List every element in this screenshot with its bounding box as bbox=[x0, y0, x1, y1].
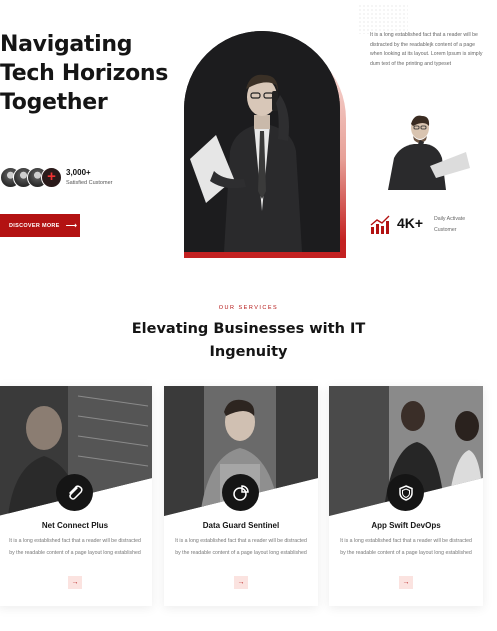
arrow-right-icon[interactable]: → bbox=[399, 576, 413, 589]
service-card-text: It is a long established fact that a rea… bbox=[175, 538, 307, 556]
service-card-text: It is a long established fact that a rea… bbox=[9, 538, 141, 556]
customers-label: Satisfied Customer bbox=[66, 180, 113, 186]
hero-title-line-2: Tech Horizons bbox=[0, 61, 169, 86]
paperclip-icon bbox=[56, 474, 93, 511]
customer-avatars: + bbox=[0, 167, 62, 189]
decorative-dots bbox=[358, 4, 408, 34]
hero-title-line-3: Together bbox=[0, 90, 108, 115]
service-card-net-connect[interactable]: Net Connect Plus It is a long establishe… bbox=[0, 386, 152, 606]
service-card-data-guard[interactable]: Data Guard Sentinel It is a long establi… bbox=[164, 386, 318, 606]
discover-more-button[interactable]: DISCOVER MORE ⟶ bbox=[0, 214, 80, 237]
arrow-right-icon[interactable]: → bbox=[234, 576, 248, 589]
service-card-app-swift[interactable]: App Swift DevOps It is a long establishe… bbox=[329, 386, 483, 606]
customers-count: 3,000+ bbox=[66, 168, 91, 177]
hero-title: Navigating Tech Horizons Together bbox=[0, 30, 170, 117]
plus-icon[interactable]: + bbox=[41, 167, 62, 188]
kpi-value: 4K+ bbox=[397, 215, 424, 231]
arrow-right-icon: ⟶ bbox=[65, 221, 78, 230]
arrow-right-icon[interactable]: → bbox=[68, 576, 82, 589]
pie-chart-icon bbox=[222, 474, 259, 511]
shield-icon bbox=[387, 474, 424, 511]
service-card-title: Net Connect Plus bbox=[41, 521, 109, 530]
discover-more-label: DISCOVER MORE bbox=[9, 222, 60, 229]
kpi-label: Daily Activate Customer bbox=[434, 216, 466, 233]
hero-photo-businessman bbox=[184, 31, 340, 252]
aside-description: It is a long established fact that a rea… bbox=[370, 32, 483, 67]
service-card-title: Data Guard Sentinel bbox=[202, 521, 280, 530]
services-title: Elevating Businesses with IT Ingenuity bbox=[131, 321, 366, 360]
service-card-text: It is a long established fact that a rea… bbox=[340, 538, 472, 556]
services-eyebrow: OUR SERVICES bbox=[218, 305, 279, 311]
service-card-title: App Swift DevOps bbox=[371, 521, 441, 530]
side-photo-thinking-man bbox=[380, 106, 472, 190]
hero-title-line-1: Navigating bbox=[0, 32, 133, 57]
bar-chart-icon bbox=[370, 215, 390, 235]
